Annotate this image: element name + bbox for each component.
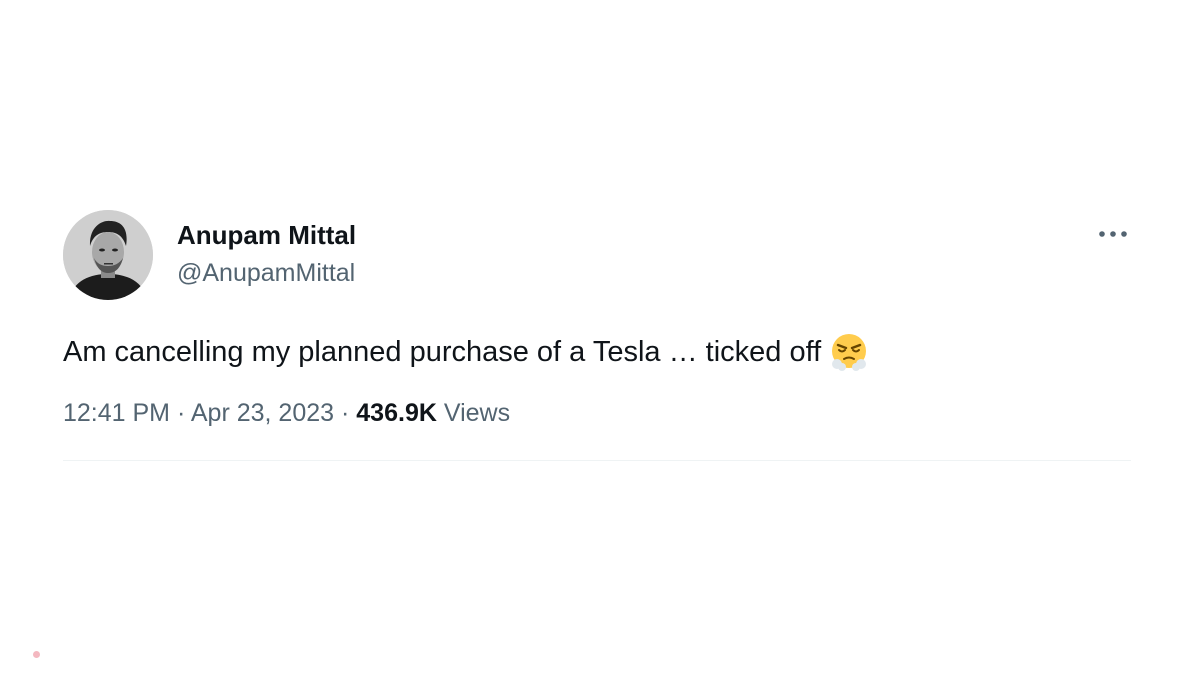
author-display-name[interactable]: Anupam Mittal <box>177 218 356 252</box>
more-horizontal-icon <box>1099 231 1127 237</box>
views-count: 436.9K <box>356 399 437 427</box>
tweet-text-content: Am cancelling my planned purchase of a T… <box>63 336 822 368</box>
tweet-card: Anupam Mittal @AnupamMittal Am cancellin… <box>63 210 1131 461</box>
divider <box>63 460 1131 461</box>
tweet-header: Anupam Mittal @AnupamMittal <box>63 210 1131 300</box>
face-with-steam-from-nose-icon <box>832 334 867 371</box>
author-names: Anupam Mittal @AnupamMittal <box>177 218 356 290</box>
tweet-date[interactable]: Apr 23, 2023 <box>191 399 334 427</box>
avatar[interactable] <box>63 210 153 300</box>
decorative-dot <box>33 651 40 658</box>
author-handle[interactable]: @AnupamMittal <box>177 256 356 290</box>
tweet-text: Am cancelling my planned purchase of a T… <box>63 332 1131 372</box>
meta-separator: · <box>341 399 350 427</box>
tweet-time[interactable]: 12:41 PM <box>63 399 170 427</box>
meta-separator: · <box>176 399 186 427</box>
avatar-portrait-image <box>63 210 153 300</box>
page: Anupam Mittal @AnupamMittal Am cancellin… <box>0 0 1200 675</box>
views-label: Views <box>443 399 511 427</box>
more-options-button[interactable] <box>1095 220 1131 248</box>
tweet-meta: 12:41 PM · Apr 23, 2023 · 436.9K Views <box>63 396 1131 430</box>
